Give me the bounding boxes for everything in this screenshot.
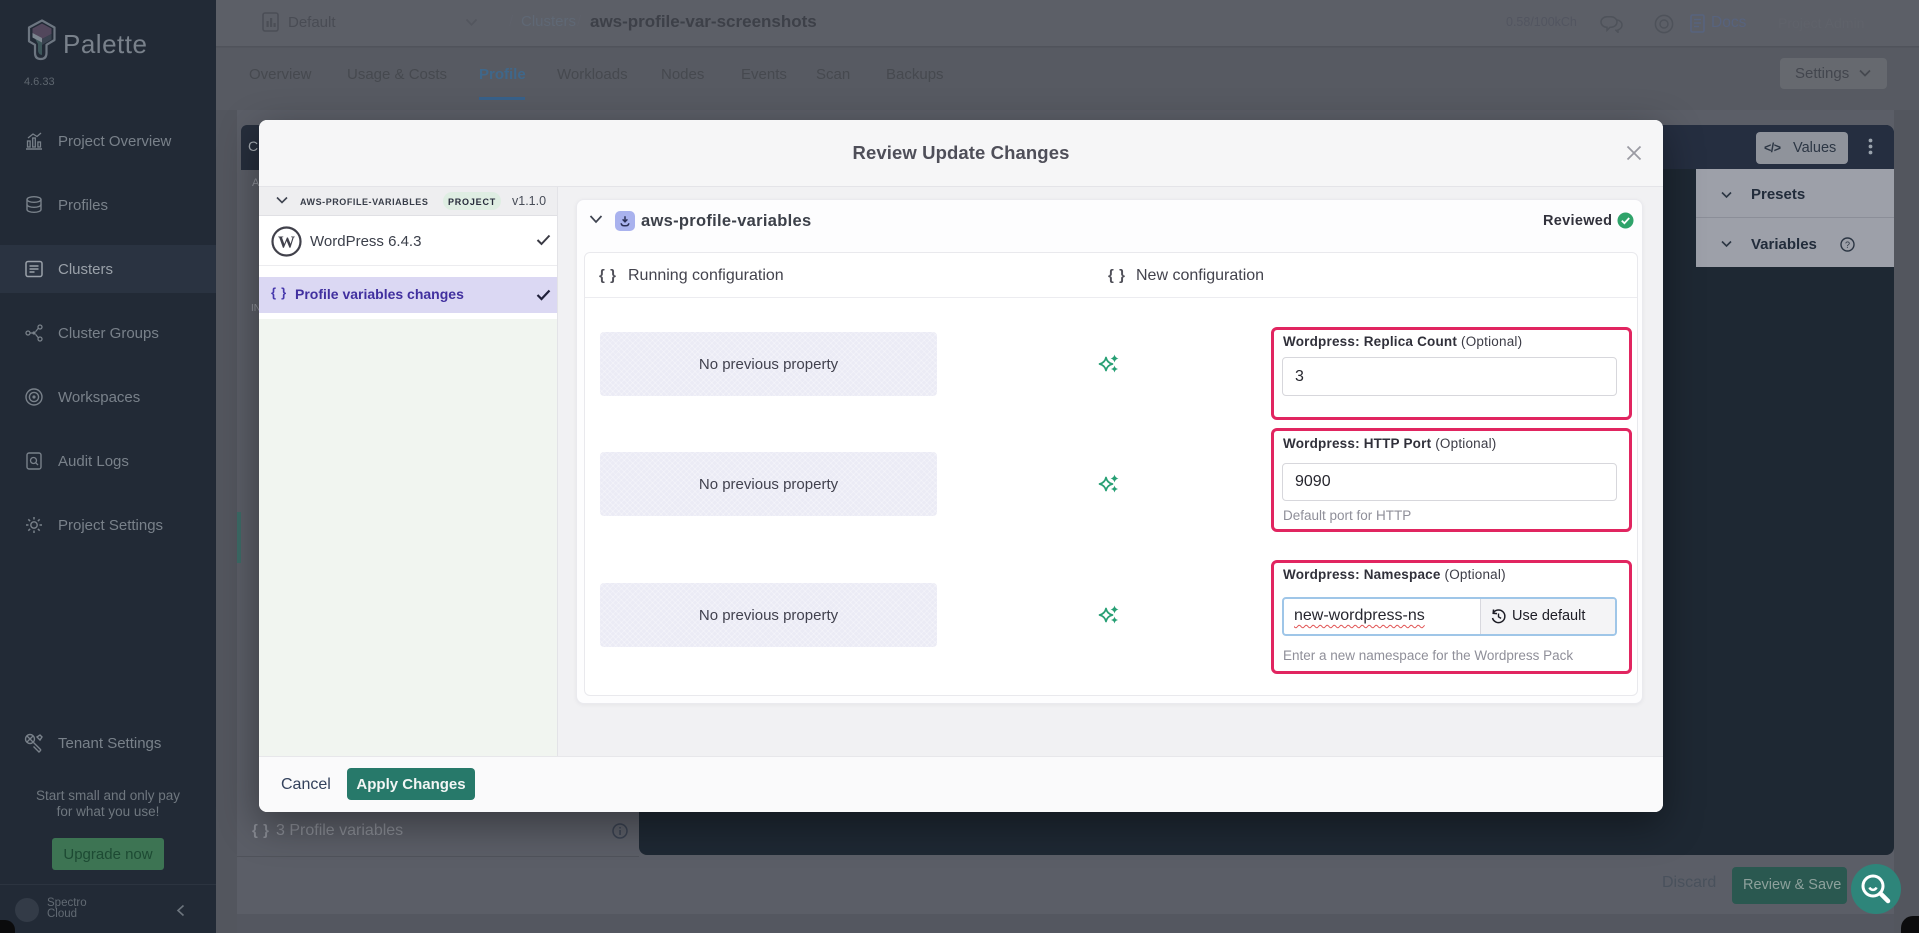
svg-text:W: W bbox=[278, 233, 295, 252]
svg-text:?: ? bbox=[1845, 240, 1850, 250]
